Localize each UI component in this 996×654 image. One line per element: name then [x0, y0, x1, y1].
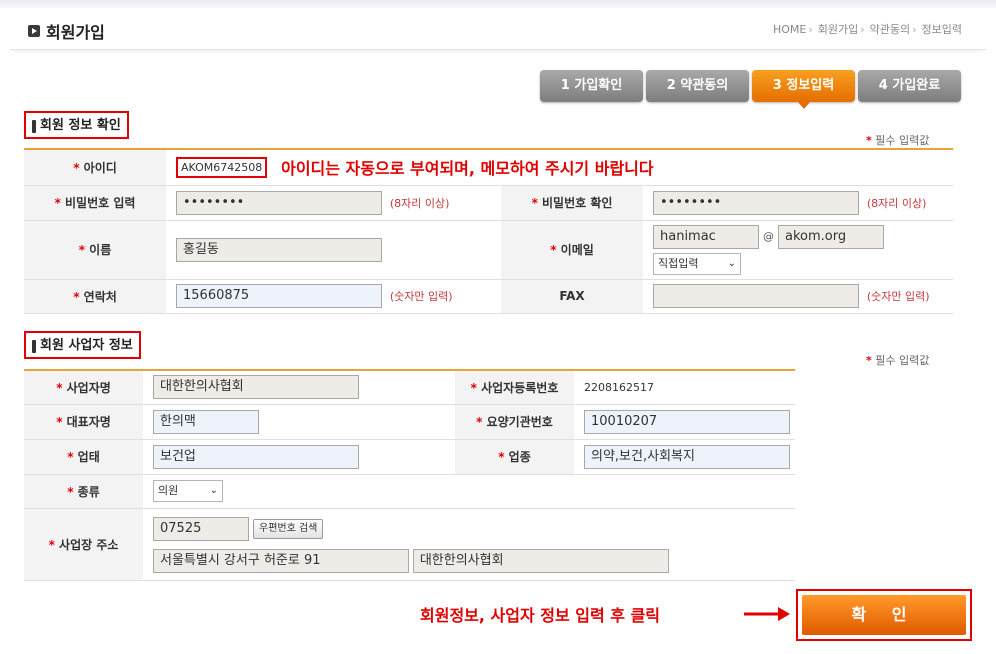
required-note-business: * 필수 입력값 — [866, 354, 930, 367]
id-label: * 아이디 — [24, 148, 166, 186]
password-confirm-hint: (8자리 이상) — [866, 196, 927, 210]
submit-notice: 회원정보, 사업자 정보 입력 후 클릭 — [420, 606, 661, 625]
fax-hint: (숫자만 입력) — [866, 290, 930, 303]
password-confirm-input[interactable]: •••••••• — [653, 190, 859, 215]
member-section-title: 회원 정보 확인 — [24, 111, 129, 139]
zip-search-button[interactable]: 우편번호 검색 — [253, 519, 324, 539]
id-notice: 아이디는 자동으로 부여되며, 메모하여 주시기 바랍니다 — [281, 159, 654, 179]
password-confirm-label: * 비밀번호 확인 — [501, 185, 643, 221]
phone-input[interactable]: 15660875 — [176, 284, 382, 308]
confirm-button[interactable]: 확 인 — [802, 595, 966, 635]
arrow-right-icon — [744, 607, 790, 621]
email-label: * 이메일 — [501, 220, 643, 280]
required-note: * 필수 입력값 — [866, 134, 930, 147]
breadcrumb-home[interactable]: HOME — [773, 23, 806, 36]
step-complete: 4 가입완료 — [858, 70, 961, 102]
address1-input[interactable]: 서울특별시 강서구 허준로 91 — [153, 549, 409, 573]
password-hint: (8자리 이상) — [389, 196, 450, 210]
address-label: * 사업장 주소 — [24, 508, 143, 581]
email-user-input[interactable]: hanimac — [653, 224, 759, 249]
chevron-down-icon: ⌄ — [727, 257, 736, 269]
phone-label: * 연락처 — [24, 279, 166, 314]
business-section-title: 회원 사업자 정보 — [24, 331, 141, 359]
name-label: * 이름 — [24, 220, 166, 280]
chevron-right-icon: › — [860, 23, 865, 36]
phone-hint: (숫자만 입력) — [389, 290, 453, 303]
type-input[interactable]: 보건업 — [153, 444, 359, 469]
chevron-right-icon: › — [912, 23, 917, 36]
breadcrumb-terms[interactable]: 약관동의 — [870, 23, 910, 36]
biz-name-label: * 사업자명 — [24, 369, 143, 405]
breadcrumb-info: 정보입력 — [921, 23, 962, 36]
password-label: * 비밀번호 입력 — [24, 185, 166, 221]
page-title: 회원가입 — [46, 23, 105, 42]
item-label: * 업종 — [455, 439, 574, 475]
item-input[interactable]: 의약,보건,사회복지 — [584, 444, 790, 469]
breadcrumb-join[interactable]: 회원가입 — [818, 23, 858, 36]
rep-label: * 대표자명 — [24, 404, 143, 440]
password-input[interactable]: •••••••• — [176, 190, 382, 215]
top-decor-bar — [0, 0, 996, 8]
step-confirm: 1 가입확인 — [540, 70, 643, 102]
step-info-input: 3 정보입력 — [752, 70, 855, 109]
care-label: * 요양기관번호 — [455, 404, 574, 440]
address2-input[interactable]: 대한한의사협회 — [412, 549, 669, 573]
email-domain-input[interactable]: akom.org — [778, 224, 884, 249]
zipcode-input[interactable]: 07525 — [153, 517, 249, 541]
name-input[interactable]: 홍길동 — [176, 237, 382, 262]
step-terms: 2 약관동의 — [646, 70, 749, 102]
required-star-icon: * — [866, 134, 872, 147]
fax-input[interactable] — [653, 284, 859, 308]
id-value: AKOM6742508 — [176, 156, 268, 178]
email-domain-select[interactable]: 직접입력 ⌄ — [653, 252, 741, 275]
biz-reg-label: * 사업자등록번호 — [455, 369, 574, 405]
fax-label: FAX — [501, 279, 643, 314]
email-at: @ — [763, 230, 774, 243]
breadcrumb: HOME › 회원가입 › 약관동의 › 정보입력 — [771, 21, 962, 37]
required-star-icon: * — [866, 354, 872, 367]
business-info-table: * 사업자명 대한한의사협회 * 사업자등록번호 2208162517 * 대표… — [24, 369, 795, 581]
page-header: 회원가입 HOME › 회원가입 › 약관동의 › 정보입력 — [10, 8, 986, 50]
type-label: * 업태 — [24, 439, 143, 475]
member-info-table: * 아이디 AKOM6742508 아이디는 자동으로 부여되며, 메모하여 주… — [24, 148, 954, 314]
biz-name-input[interactable]: 대한한의사협회 — [153, 375, 359, 400]
biz-reg-value: 2208162517 — [584, 381, 654, 395]
care-input[interactable]: 10010207 — [584, 409, 790, 434]
rep-input[interactable]: 한의맥 — [153, 409, 259, 434]
chevron-down-icon: ⌄ — [209, 485, 218, 496]
confirm-highlight: 확 인 — [796, 589, 972, 641]
kind-label: * 종류 — [24, 474, 143, 509]
kind-select[interactable]: 의원 ⌄ — [153, 480, 223, 502]
title-bullet-icon — [28, 25, 40, 37]
chevron-right-icon: › — [808, 23, 813, 36]
